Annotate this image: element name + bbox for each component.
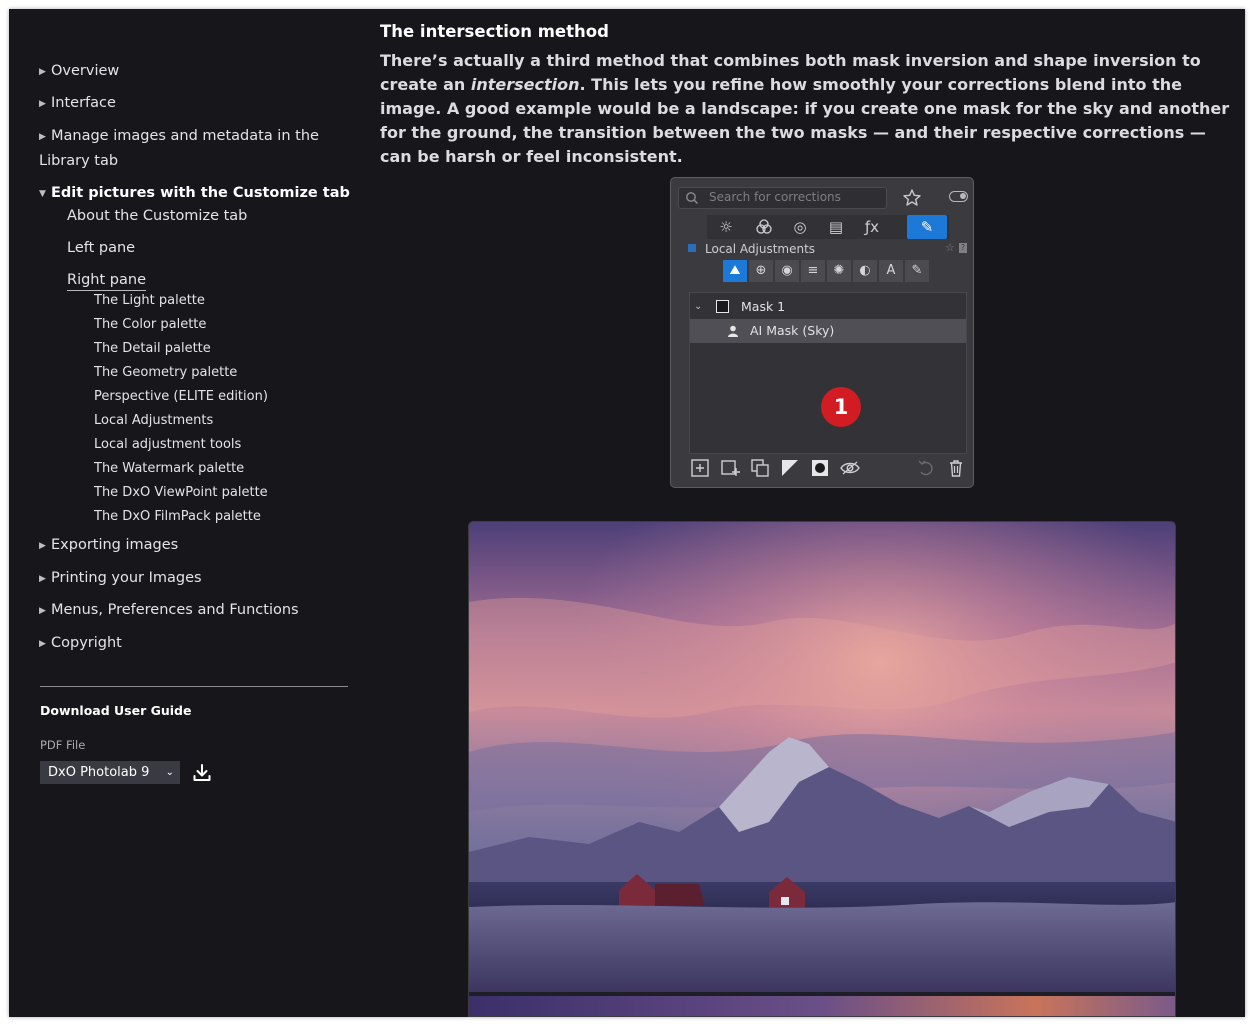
right-pane-item-local-adjustments[interactable]: Local Adjustments [94,411,213,431]
right-pane-item-light[interactable]: The Light palette [94,291,205,311]
page-frame: ▶ Overview ▶ Interface ▶ Manage images and … [9,9,1245,1017]
right-pane-item-geometry[interactable]: The Geometry palette [94,363,237,383]
caret-right-icon: ▶ [39,606,46,616]
color-circles-icon[interactable] [747,215,781,239]
caret-right-icon: ▶ [39,541,46,551]
fx-icon[interactable]: ƒx [855,215,889,239]
section-heading: The intersection method [380,22,609,41]
trash-icon[interactable] [945,458,967,478]
caret-right-icon: ▶ [39,132,46,142]
chevron-down-icon: ⌄ [165,767,174,778]
version-select-value: DxO Photolab 9 [48,765,150,780]
nav-item-label-cont: Library tab [39,153,119,169]
sidebar-nav: ▶ Overview ▶ Interface ▶ Manage images and … [9,9,369,1017]
right-pane-item-viewpoint[interactable]: The DxO ViewPoint palette [94,483,268,503]
local-adjustments-title: Local Adjustments [705,242,816,256]
sub-item-about-customize[interactable]: About the Customize tab [67,205,247,227]
nav-item-label: Edit pictures with the Customize tab [51,185,350,201]
caret-right-icon: ▶ [39,99,46,109]
nav-item-printing[interactable]: ▶ Printing your Images [39,566,202,591]
invert-shape-icon[interactable] [809,458,831,478]
landscape-example-image [468,521,1176,1017]
eraser-tool-icon[interactable]: A [879,260,903,282]
right-pane-item-local-tools[interactable]: Local adjustment tools [94,435,241,455]
download-icon[interactable] [191,762,213,784]
sub-item-right-pane[interactable]: Right pane [67,271,146,291]
local-adjustments-header: Local Adjustments ☆ ? [683,241,967,257]
nav-item-menus[interactable]: ▶ Menus, Preferences and Functions [39,598,299,623]
nav-item-library[interactable]: ▶ Manage images and metadata in the Libra… [39,124,339,173]
show-mask-icon[interactable] [839,458,861,478]
favorites-star-icon[interactable] [899,186,925,210]
mask-checkbox[interactable] [716,300,729,313]
nav-item-label: Overview [51,63,120,79]
nav-item-label: Menus, Preferences and Functions [51,602,299,618]
nav-item-label: Printing your Images [51,570,202,586]
callout-badge: 1 [821,387,861,427]
nav-item-label: Exporting images [51,537,179,553]
nav-item-overview[interactable]: ▶ Overview [39,59,119,84]
ai-mask-tool-icon[interactable]: ⛰ [723,260,747,282]
mask-list: ⌄ Mask 1 AI Mask (Sky) 1 [689,292,967,454]
graduated-filter-tool-icon[interactable]: ≡ [801,260,825,282]
search-placeholder: Search for corrections [709,190,841,204]
caret-right-icon: ▶ [39,67,46,77]
add-submask-icon[interactable] [719,458,741,478]
submask-row[interactable]: AI Mask (Sky) [690,319,966,343]
chevron-down-icon[interactable]: ⌄ [694,295,702,319]
local-adjustments-palette-screenshot: Search for corrections ☼ ◎ ▤ ƒx ✎ Local … [670,177,974,488]
lens-icon[interactable]: ◎ [783,215,817,239]
version-select[interactable]: DxO Photolab 9 ⌄ [40,761,180,784]
right-pane-item-watermark[interactable]: The Watermark palette [94,459,244,479]
nav-item-interface[interactable]: ▶ Interface [39,91,116,116]
submask-label: AI Mask (Sky) [750,323,835,338]
palette-tabs: ☼ ◎ ▤ ƒx ✎ [707,215,949,239]
mask-actions-bar [689,458,969,480]
help-icon[interactable]: ? [959,243,967,253]
control-point-tool-icon[interactable]: ⊕ [749,260,773,282]
right-pane-item-color[interactable]: The Color palette [94,315,206,335]
radial-filter-tool-icon[interactable]: ◐ [853,260,877,282]
search-icon [686,192,698,204]
right-pane-item-perspective[interactable]: Perspective (ELITE edition) [94,387,268,407]
nav-item-copyright[interactable]: ▶ Copyright [39,631,122,656]
right-pane-item-filmpack[interactable]: The DxO FilmPack palette [94,507,261,527]
add-mask-icon[interactable] [689,458,711,478]
palette-marker-icon [688,244,696,252]
control-line-tool-icon[interactable]: ◉ [775,260,799,282]
duplicate-mask-icon[interactable] [749,458,771,478]
paragraph-emphasis: intersection [470,75,580,94]
local-adjust-icon[interactable]: ✎ [907,215,947,239]
section-paragraph: There’s actually a third method that com… [380,49,1235,169]
sub-item-left-pane[interactable]: Left pane [67,237,135,259]
sidebar-divider [40,686,348,687]
right-pane-item-detail[interactable]: The Detail palette [94,339,211,359]
search-corrections-field[interactable]: Search for corrections [678,187,887,209]
mask-label: Mask 1 [741,299,786,314]
nav-item-label: Interface [51,95,116,111]
nav-item-customize[interactable]: ▼ Edit pictures with the Customize tab [39,181,350,206]
brush-tool-icon[interactable]: ✎ [905,260,929,282]
geometry-icon[interactable]: ▤ [819,215,853,239]
auto-mask-tool-icon[interactable]: ✺ [827,260,851,282]
mask-row[interactable]: ⌄ Mask 1 [690,295,966,319]
star-icon[interactable]: ☆ [945,241,955,254]
nav-item-label: Manage images and metadata in the [51,128,319,144]
nav-item-exporting[interactable]: ▶ Exporting images [39,533,178,558]
caret-down-icon: ▼ [39,189,46,199]
landscape-photo [469,522,1175,1016]
caret-right-icon: ▶ [39,574,46,584]
invert-mask-icon[interactable] [779,458,801,478]
toggle-icon[interactable] [949,191,968,202]
sun-icon[interactable]: ☼ [709,215,743,239]
local-tools-toolbar: ⛰ ⊕ ◉ ≡ ✺ ◐ A ✎ [723,260,931,282]
person-icon [728,325,738,337]
download-title: Download User Guide [40,703,192,718]
caret-right-icon: ▶ [39,639,46,649]
nav-item-label: Copyright [51,635,122,651]
undo-icon[interactable] [915,458,937,478]
pdf-file-label: PDF File [40,738,86,752]
